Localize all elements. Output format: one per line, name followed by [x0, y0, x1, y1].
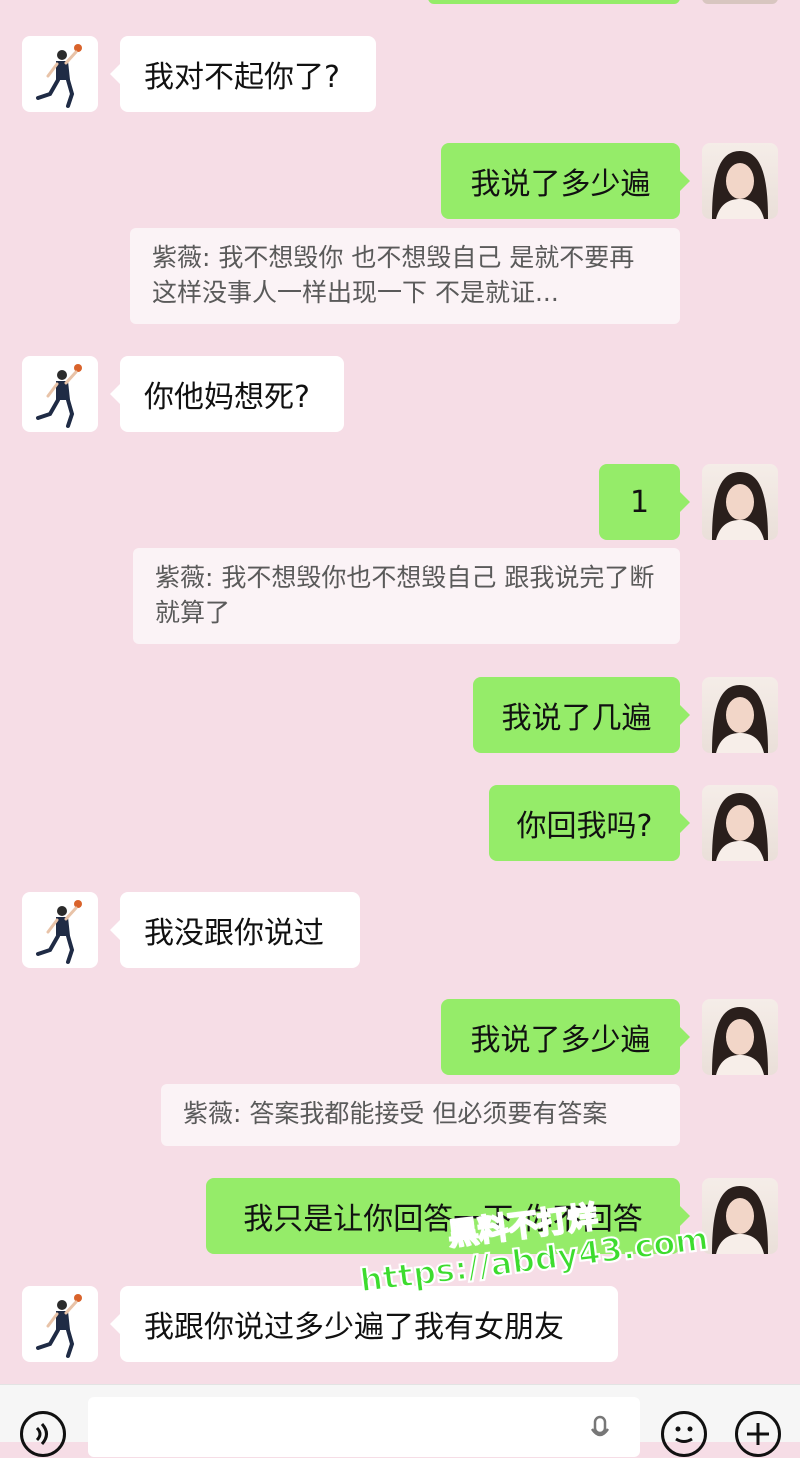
- woman-portrait-icon: [712, 685, 768, 753]
- contact-avatar[interactable]: [22, 1286, 98, 1362]
- user-avatar[interactable]: [702, 1178, 778, 1254]
- contact-avatar[interactable]: [22, 892, 98, 968]
- user-avatar[interactable]: [702, 785, 778, 861]
- message-sent[interactable]: 我说了多少遍: [441, 999, 690, 1075]
- basketball-player-icon: [36, 1294, 82, 1358]
- contact-avatar[interactable]: [22, 356, 98, 432]
- contact-avatar[interactable]: [22, 36, 98, 112]
- message-received[interactable]: 我跟你说过多少遍了我有女朋友: [110, 1286, 618, 1362]
- woman-portrait-icon: [712, 1007, 768, 1075]
- message-text: 我对不起你了?: [144, 60, 340, 95]
- plus-icon[interactable]: [735, 1411, 781, 1457]
- basketball-player-icon: [36, 364, 82, 428]
- message-text: 我说了几遍: [501, 701, 652, 736]
- message-input[interactable]: [88, 1397, 640, 1457]
- message-sent[interactable]: 1: [599, 464, 690, 540]
- message-sent[interactable]: 我说了多少遍: [441, 143, 690, 219]
- microphone-icon[interactable]: [590, 1415, 610, 1443]
- quoted-message[interactable]: 紫薇: 我不想毁你也不想毁自己 跟我说完了断就算了: [133, 548, 680, 644]
- message-text: 我跟你说过多少遍了我有女朋友: [144, 1310, 564, 1345]
- woman-portrait-icon: [712, 1186, 768, 1254]
- message-received[interactable]: 我对不起你了?: [110, 36, 376, 112]
- woman-portrait-icon: [712, 151, 768, 219]
- message-text: 我说了多少遍: [470, 167, 651, 202]
- chat-area[interactable]: 我对不起你了? 我说了多少遍 紫薇: 我不想毁你 也不想毁自己 是就不要再这样没…: [0, 0, 800, 1384]
- message-sent[interactable]: 我只是让你回答一下 你不回答: [206, 1178, 690, 1254]
- message-text: 我说了多少遍: [470, 1023, 651, 1058]
- message-sent[interactable]: 你回我吗?: [489, 785, 690, 861]
- woman-portrait-icon: [712, 793, 768, 861]
- message-bubble-partial: [428, 0, 680, 4]
- message-text: 你回我吗?: [516, 809, 653, 844]
- quote-text: 紫薇: 答案我都能接受 但必须要有答案: [183, 1099, 608, 1128]
- woman-portrait-icon: [712, 472, 768, 540]
- emoji-icon[interactable]: [661, 1411, 707, 1457]
- voice-icon[interactable]: [20, 1411, 66, 1457]
- message-sent[interactable]: 我说了几遍: [473, 677, 690, 753]
- input-bar: [0, 1384, 800, 1457]
- basketball-player-icon: [36, 900, 82, 964]
- message-received[interactable]: 你他妈想死?: [110, 356, 344, 432]
- quote-text: 紫薇: 我不想毁你也不想毁自己 跟我说完了断就算了: [155, 563, 655, 627]
- message-text: 我没跟你说过: [144, 916, 324, 951]
- quote-text: 紫薇: 我不想毁你 也不想毁自己 是就不要再这样没事人一样出现一下 不是就证..…: [152, 243, 635, 307]
- basketball-player-icon: [36, 44, 82, 108]
- user-avatar[interactable]: [702, 999, 778, 1075]
- message-text: 我只是让你回答一下 你不回答: [243, 1202, 643, 1237]
- smiley-face-icon: [675, 1426, 693, 1443]
- quoted-message[interactable]: 紫薇: 我不想毁你 也不想毁自己 是就不要再这样没事人一样出现一下 不是就证..…: [130, 228, 680, 324]
- user-avatar[interactable]: [702, 677, 778, 753]
- voice-waves-icon: [35, 1422, 48, 1446]
- add-plus-icon: [747, 1423, 769, 1445]
- avatar-partial: [702, 0, 778, 4]
- user-avatar[interactable]: [702, 464, 778, 540]
- message-text: 你他妈想死?: [144, 380, 310, 415]
- quoted-message[interactable]: 紫薇: 答案我都能接受 但必须要有答案: [161, 1084, 680, 1146]
- message-received[interactable]: 我没跟你说过: [110, 892, 360, 968]
- user-avatar[interactable]: [702, 143, 778, 219]
- message-text: 1: [629, 484, 650, 520]
